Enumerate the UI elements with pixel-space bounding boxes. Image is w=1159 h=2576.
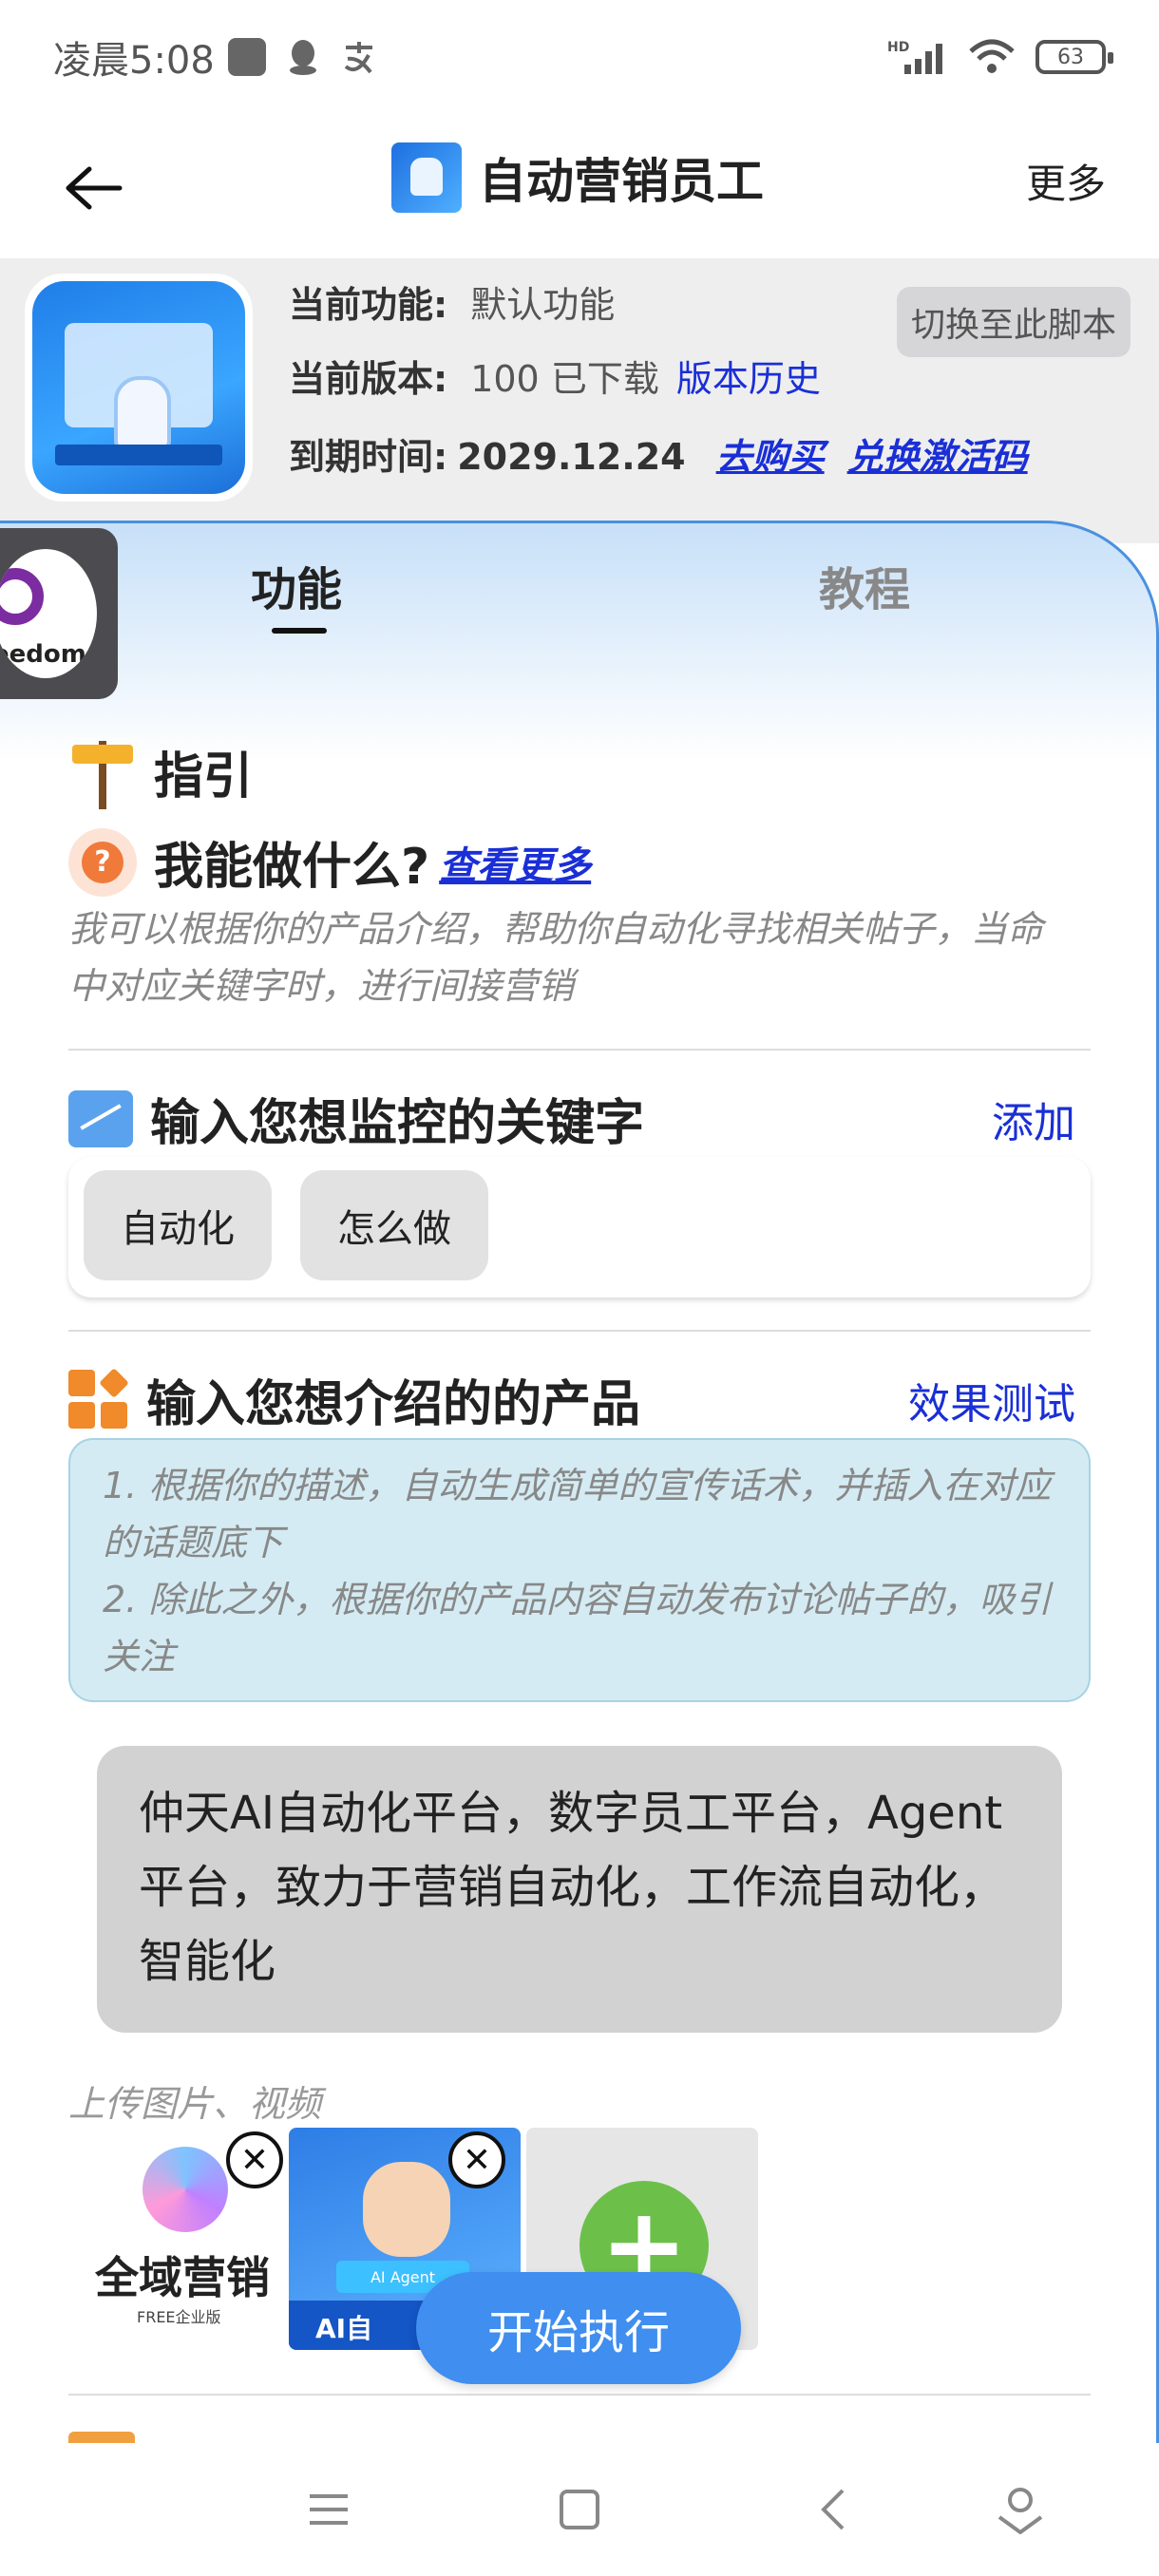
menu-button[interactable]: [300, 2481, 357, 2538]
current-function-label: 当前功能:: [289, 284, 448, 326]
wifi-icon: [969, 39, 1015, 73]
header-title-group: 自动营销员工: [391, 142, 764, 213]
buy-link[interactable]: 去购买: [716, 427, 825, 480]
battery-icon: 63: [1036, 40, 1113, 74]
system-nav-bar: [0, 2443, 1159, 2576]
keyword-list: 自动化 怎么做: [68, 1157, 1091, 1297]
hint-line-1: 1. 根据你的描述，自动生成简单的宣传话术，并插入在对应的话题底下: [103, 1465, 1052, 1563]
remove-image-button[interactable]: ✕: [448, 2131, 505, 2188]
current-version-label: 当前版本:: [289, 358, 448, 400]
back-button[interactable]: [57, 152, 129, 224]
menu-icon: [310, 2494, 348, 2525]
expire-value: 2029.12.24: [457, 436, 686, 478]
close-icon: ✕: [239, 2140, 270, 2180]
freedom-logo: eedom: [0, 549, 97, 678]
signpost-icon: [68, 733, 137, 809]
signal-icon: HD: [887, 40, 942, 74]
current-function-row: 当前功能: 默认功能: [289, 275, 615, 328]
current-version-row: 当前版本: 100 已下载 版本历史: [289, 350, 821, 402]
product-hint-box: 1. 根据你的描述，自动生成简单的宣传话术，并插入在对应的话题底下 2. 除此之…: [68, 1438, 1091, 1702]
guide-title: 指引: [154, 748, 254, 805]
arrow-left-icon: [66, 166, 123, 210]
brand-logo-icon: [142, 2147, 228, 2232]
what-can-i-do-title: 我能做什么?: [154, 839, 430, 896]
status-time: 凌晨5:08: [53, 39, 215, 83]
guide-description: 我可以根据你的产品介绍，帮助你自动化寻找相关帖子，当命中对应关键字时，进行间接营…: [68, 908, 1044, 1007]
guide-heading: 指引: [68, 733, 253, 809]
app-header: 自动营销员工 更多: [0, 114, 1159, 258]
apps-grid-icon: [68, 1367, 129, 1430]
freedom-logo-text: eedom: [0, 640, 86, 669]
battery-level: 63: [1057, 45, 1084, 69]
robot-icon: [114, 376, 171, 452]
status-notification-icons: [227, 38, 378, 76]
script-app-icon: [25, 274, 253, 502]
divider: [68, 2394, 1091, 2396]
home-button[interactable]: [551, 2481, 608, 2538]
qq-icon: [289, 40, 316, 75]
more-button[interactable]: 更多: [1026, 152, 1106, 210]
script-info-card: 当前功能: 默认功能 当前版本: 100 已下载 版本历史 到期时间: 2029…: [0, 258, 1159, 543]
floating-assistant-button[interactable]: eedom: [0, 528, 118, 699]
nav-back-button[interactable]: [804, 2481, 861, 2538]
page-title: 自动营销员工: [479, 154, 764, 209]
redeem-code-link[interactable]: 兑换激活码: [847, 427, 1028, 480]
keywords-heading: 输入您想监控的关键字: [68, 1083, 644, 1154]
hint-line-2: 2. 除此之外，根据你的产品内容自动发布讨论帖子的，吸引关注: [103, 1579, 1052, 1677]
product-title: 输入您想介绍的的产品: [146, 1376, 641, 1433]
tab-tutorial[interactable]: 教程: [819, 552, 910, 618]
tab-function[interactable]: 功能: [251, 552, 342, 618]
effect-test-button[interactable]: 效果测试: [908, 1370, 1075, 1430]
expire-label: 到期时间:: [289, 436, 448, 478]
alipay-icon: [344, 42, 372, 74]
network-type-label: HD: [887, 40, 909, 55]
active-tab-indicator: [272, 628, 327, 634]
person-icon: [998, 2488, 1043, 2534]
upload-label: 上传图片、视频: [68, 2083, 322, 2125]
keyword-chip[interactable]: 怎么做: [300, 1170, 488, 1280]
thumb-title: 全域营销: [95, 2252, 270, 2303]
chart-icon: [68, 1089, 133, 1147]
product-heading: 输入您想介绍的的产品: [68, 1364, 640, 1435]
next-section-icon: [68, 2432, 135, 2443]
current-function-value: 默认功能: [470, 284, 616, 326]
chevron-left-icon: [821, 2489, 845, 2530]
start-execute-button[interactable]: 开始执行: [416, 2272, 741, 2384]
remove-image-button[interactable]: ✕: [226, 2131, 283, 2188]
thumb-subtitle: FREE企业版: [137, 2308, 221, 2326]
see-more-link[interactable]: 查看更多: [439, 835, 591, 890]
status-bar: 凌晨5:08 HD 63: [0, 0, 1159, 114]
app-notification-icon: [227, 38, 266, 76]
product-description-input[interactable]: 仲天AI自动化平台，数字员工平台，Agent平台，致力于营销自动化，工作流自动化…: [97, 1746, 1062, 2033]
divider: [68, 1049, 1091, 1051]
current-version-value: 100 已下载: [470, 358, 659, 400]
expire-row: 到期时间: 2029.12.24 去购买 兑换激活码: [289, 427, 1028, 480]
assistant-button[interactable]: [992, 2481, 1049, 2538]
divider: [68, 1330, 1091, 1332]
avatar-illustration: [363, 2162, 450, 2257]
square-home-icon: [560, 2490, 599, 2529]
keyword-chip[interactable]: 自动化: [84, 1170, 272, 1280]
version-history-link[interactable]: 版本历史: [676, 350, 821, 402]
app-logo-icon: [391, 142, 462, 213]
what-can-i-do-heading: ? 我能做什么? 查看更多: [68, 826, 591, 898]
add-keyword-button[interactable]: 添加: [992, 1089, 1075, 1149]
close-icon: ✕: [462, 2140, 492, 2180]
question-icon: ?: [68, 827, 137, 897]
switch-script-button[interactable]: 切换至此脚本: [897, 287, 1130, 357]
keywords-title: 输入您想监控的关键字: [150, 1095, 645, 1152]
